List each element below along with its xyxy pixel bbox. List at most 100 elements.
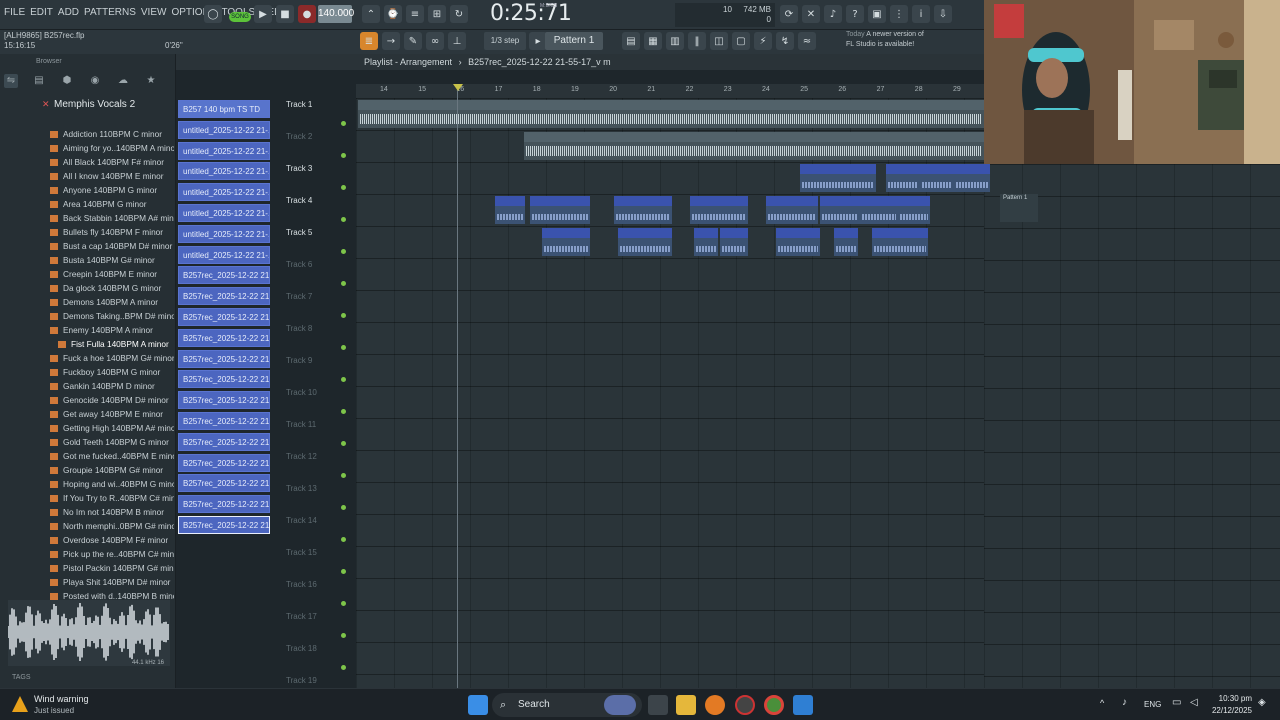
track-mute-led[interactable] bbox=[341, 441, 346, 446]
menu-add[interactable]: ADD bbox=[58, 7, 79, 18]
pencil-tool-icon[interactable]: ✎ bbox=[404, 32, 422, 50]
track-header[interactable]: Track 16 bbox=[284, 578, 350, 610]
weather-subtitle[interactable]: Just issued bbox=[34, 706, 74, 715]
microphone-tray-icon[interactable]: ♪ bbox=[1122, 697, 1127, 708]
audio-clip[interactable]: B25..v m bbox=[920, 164, 954, 192]
browser-sounds-icon[interactable]: ◉ bbox=[88, 74, 102, 88]
file-list-item[interactable]: Pistol Packin 140BPM G# minor bbox=[50, 561, 174, 575]
language-indicator[interactable]: ENG bbox=[1144, 700, 1161, 709]
fl-studio-icon[interactable] bbox=[705, 695, 725, 715]
audio-clip[interactable]: B257r..0_v m bbox=[766, 196, 818, 224]
file-list-item[interactable]: Fuck a hoe 140BPM G# minor bbox=[50, 351, 174, 365]
file-list-item[interactable]: Back Stabbin 140BPM A# minor bbox=[50, 211, 174, 225]
audio-clip[interactable]: B25..v m bbox=[820, 196, 860, 224]
track-header[interactable]: Track 5 bbox=[284, 226, 350, 258]
mixer-icon[interactable]: ⋮ bbox=[890, 5, 908, 23]
wait-input-icon[interactable]: ⌚ bbox=[384, 5, 402, 23]
audio-clip[interactable]: unt... bbox=[495, 196, 525, 224]
browser-cloud-icon[interactable]: ☁ bbox=[116, 74, 130, 88]
file-list-item[interactable]: If You Try to R..40BPM C# minor bbox=[50, 491, 174, 505]
channel-button[interactable]: B257rec_2025-12-22 21-... bbox=[178, 411, 270, 430]
channel-button[interactable]: B257rec_2025-12-22 21-... bbox=[178, 287, 270, 306]
file-list-item[interactable]: Playa Shit 140BPM D# minor bbox=[50, 575, 174, 589]
file-list-item[interactable]: Enemy 140BPM A minor bbox=[50, 323, 174, 337]
playlist-grid-right[interactable] bbox=[984, 164, 1280, 688]
channel-button[interactable]: B257rec_2025-12-22 21-... bbox=[178, 370, 270, 389]
news-panel[interactable]: Today A newer version of FL Studio is av… bbox=[846, 30, 924, 50]
tools-icon[interactable]: ✕ bbox=[802, 5, 820, 23]
track-header[interactable]: Track 18 bbox=[284, 642, 350, 674]
channel-button[interactable]: untitled_2025-12-22 21-... bbox=[178, 162, 270, 181]
track-mute-led[interactable] bbox=[341, 185, 346, 190]
menu-file[interactable]: FILE bbox=[4, 7, 25, 18]
clock-time[interactable]: 10:30 pm bbox=[1208, 694, 1252, 703]
track-header[interactable]: Track 7 bbox=[284, 290, 350, 322]
browser-star-icon[interactable]: ★ bbox=[144, 74, 158, 88]
app-icon[interactable] bbox=[793, 695, 813, 715]
track-mute-led[interactable] bbox=[341, 121, 346, 126]
widgets-icon[interactable] bbox=[604, 695, 636, 715]
file-list-item[interactable]: Bullets fly 140BPM F minor bbox=[50, 225, 174, 239]
file-list-item[interactable]: Hoping and wi..40BPM G minor bbox=[50, 477, 174, 491]
volume-icon[interactable]: ◁ bbox=[1190, 697, 1198, 708]
track-mute-led[interactable] bbox=[341, 217, 346, 222]
audio-clip[interactable]: B2..m bbox=[872, 228, 928, 256]
channel-button[interactable]: B257rec_2025-12-22 21-... bbox=[178, 307, 270, 326]
file-list-item[interactable]: Gankin 140BPM D minor bbox=[50, 379, 174, 393]
audio-clip[interactable]: B25..v m bbox=[954, 164, 990, 192]
channel-button[interactable]: untitled_2025-12-22 21-... bbox=[178, 141, 270, 160]
track-header[interactable]: Track 4 bbox=[284, 194, 350, 226]
track-mute-led[interactable] bbox=[341, 569, 346, 574]
typing-keyboard-icon[interactable]: ≣ bbox=[360, 32, 378, 50]
file-list-item[interactable]: Demons Taking..BPM D# minor bbox=[50, 309, 174, 323]
channel-button[interactable]: B257rec_2025-12-22 21-... bbox=[178, 432, 270, 451]
recording-app-icon[interactable] bbox=[735, 695, 755, 715]
menu-view[interactable]: VIEW bbox=[141, 7, 167, 18]
audio-clip[interactable]: B25..v m bbox=[860, 196, 898, 224]
browser-project-icon[interactable]: ▤ bbox=[32, 74, 46, 88]
audio-clip[interactable]: B257r..._v m bbox=[542, 228, 590, 256]
song-mode-toggle[interactable]: SONG bbox=[229, 12, 251, 22]
tempo-tap-icon[interactable]: ↯ bbox=[776, 32, 794, 50]
waveform-preview[interactable]: 44.1 kHz 16 bbox=[7, 600, 170, 666]
audio-clip[interactable]: B2.. bbox=[834, 228, 858, 256]
track-mute-led[interactable] bbox=[341, 345, 346, 350]
channel-button[interactable]: B257rec_2025-12-22 21-... bbox=[178, 266, 270, 285]
track-mute-led[interactable] bbox=[341, 665, 346, 670]
file-list-item[interactable]: Overdose 140BPM F# minor bbox=[50, 533, 174, 547]
track-header[interactable]: Track 14 bbox=[284, 514, 350, 546]
audio-clip[interactable]: B2.. bbox=[694, 228, 718, 256]
file-list-item[interactable]: Genocide 140BPM D# minor bbox=[50, 393, 174, 407]
file-list-item[interactable]: Get away 140BPM E minor bbox=[50, 407, 174, 421]
channel-rack-icon[interactable]: ▦ bbox=[644, 32, 662, 50]
close-folder-icon[interactable]: ✕ bbox=[42, 99, 50, 110]
file-list-item[interactable]: Got me fucked..40BPM E minor bbox=[50, 449, 174, 463]
track-mute-led[interactable] bbox=[341, 153, 346, 158]
channel-button[interactable]: B257rec_2025-12-22 21-... bbox=[178, 453, 270, 472]
save-icon[interactable]: ▣ bbox=[868, 5, 886, 23]
audio-clip[interactable]: B2..m bbox=[898, 196, 930, 224]
track-header[interactable]: Track 10 bbox=[284, 386, 350, 418]
reset-icon[interactable]: ⟳ bbox=[780, 5, 798, 23]
chrome-icon[interactable] bbox=[764, 695, 784, 715]
windows-start-icon[interactable] bbox=[468, 695, 488, 715]
file-list-item[interactable]: Getting High 140BPM A# minor bbox=[50, 421, 174, 435]
track-header[interactable]: Track 13 bbox=[284, 482, 350, 514]
track-mute-led[interactable] bbox=[341, 473, 346, 478]
file-list-item[interactable]: Busta 140BPM G# minor bbox=[50, 253, 174, 267]
audio-clip[interactable]: B257 140 bpm TS TD bbox=[358, 100, 984, 128]
file-list-item[interactable]: North memphi..0BPM G# minor bbox=[50, 519, 174, 533]
microphone-icon[interactable]: ♪ bbox=[824, 5, 842, 23]
track-header[interactable]: Track 1 bbox=[284, 98, 350, 130]
channel-button[interactable]: B257rec_2025-12-22 21-... bbox=[178, 474, 270, 493]
timeline-ruler[interactable]: 14 15 16 17 18 19 20 21 22 23 24 25 26 27 28 29 bbox=[356, 84, 984, 98]
file-list-item[interactable]: Aiming for yo..140BPM A minor bbox=[50, 141, 174, 155]
track-header[interactable]: Track 12 bbox=[284, 450, 350, 482]
file-explorer-icon[interactable] bbox=[676, 695, 696, 715]
pat-song-switch-icon[interactable]: ◯ bbox=[204, 5, 222, 23]
song-time-display[interactable]: 0:25:71 bbox=[490, 1, 572, 26]
folder-title[interactable]: Memphis Vocals 2 bbox=[54, 99, 135, 110]
track-mute-led[interactable] bbox=[341, 505, 346, 510]
channel-button[interactable]: B257rec_2025-12-22 21-... bbox=[178, 391, 270, 410]
track-header[interactable]: Track 3 bbox=[284, 162, 350, 194]
